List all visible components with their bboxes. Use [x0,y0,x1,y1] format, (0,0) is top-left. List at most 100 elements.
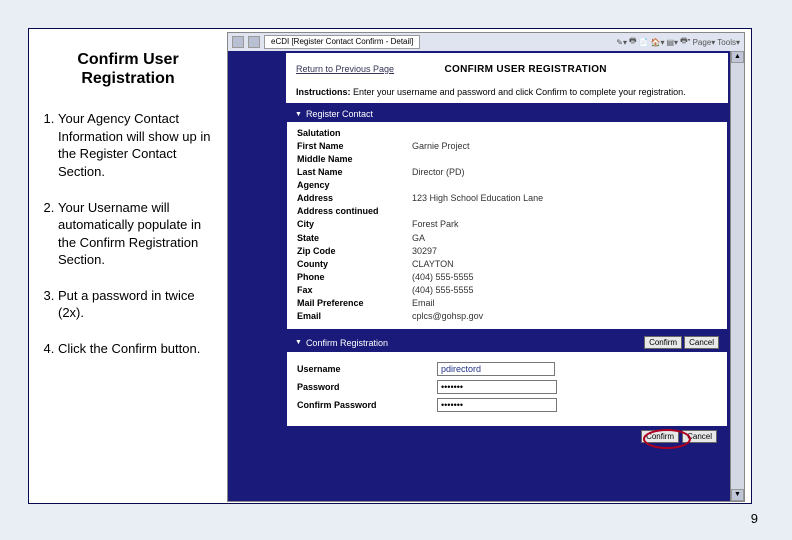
field-row: Fax(404) 555-5555 [297,284,717,297]
confirm-password-row: Confirm Password [297,398,717,412]
username-row: Username pdirectord [297,362,717,376]
toolbar-icons: ✎▾ 🖶 📄 🏠▾ ▤▾ 🖶▾ Page▾ Tools▾ [616,35,740,49]
app-titlebar: eCDI [Register Contact Confirm - Detail]… [228,33,744,51]
field-label: Agency [297,179,412,191]
instructions-label: Instructions: [296,87,351,97]
field-value: Garnie Project [412,140,470,152]
content-column: Return to Previous Page CONFIRM USER REG… [286,51,730,501]
field-label: Zip Code [297,245,412,257]
step-item: Your Agency Contact Information will sho… [58,110,216,180]
field-value: 30297 [412,245,437,257]
app-window: eCDI [Register Contact Confirm - Detail]… [227,32,745,502]
field-row: Phone(404) 555-5555 [297,271,717,284]
field-row: Zip Code30297 [297,244,717,257]
app-body: Return to Previous Page CONFIRM USER REG… [228,51,744,501]
title-line-2: Registration [81,70,174,87]
field-row: Address123 High School Education Lane [297,192,717,205]
confirm-registration-fields: Username pdirectord Password Confirm Pas… [287,352,727,426]
panel-header: ▼ Register Contact [287,106,727,122]
field-row: Mail PreferenceEmail [297,297,717,310]
cancel-button[interactable]: Cancel [684,336,719,349]
username-label: Username [297,364,437,374]
field-value: CLAYTON [412,258,454,270]
field-row: First NameGarnie Project [297,139,717,152]
field-row: Address continued [297,205,717,218]
field-row: CityForest Park [297,218,717,231]
page-number: 9 [751,511,758,526]
tool-icon[interactable]: ✎▾ [616,38,627,47]
title-line-1: Confirm User [77,51,178,68]
tool-icon[interactable]: 🖶 [629,35,637,49]
field-row: Middle Name [297,152,717,165]
slide-title: Confirm User Registration [40,50,216,88]
home-icon[interactable]: 🏠▾ [651,38,665,47]
field-value: cplcs@gohsp.gov [412,310,483,322]
panel-title: Register Contact [306,109,373,119]
password-row: Password [297,380,717,394]
scrollbar[interactable]: ▲ ▼ [730,51,744,501]
page-menu[interactable]: Page▾ [693,38,716,47]
nav-fwd-icon[interactable] [248,36,260,48]
slide: Confirm User Registration Your Agency Co… [0,0,792,540]
step-item: Put a password in twice (2x). [58,287,216,322]
steps-list: Your Agency Contact Information will sho… [40,110,216,357]
register-contact-panel: ▼ Register Contact SalutationFirst NameG… [286,105,728,330]
instructions-panel: Confirm User Registration Your Agency Co… [40,50,216,375]
collapse-icon[interactable]: ▼ [295,339,302,346]
panel-title: Confirm Registration [306,338,388,348]
page-title: CONFIRM USER REGISTRATION [445,64,607,75]
field-label: Phone [297,271,412,283]
field-label: Fax [297,284,412,296]
field-label: Address [297,192,412,204]
cancel-button[interactable]: Cancel [682,430,717,443]
field-value: GA [412,232,425,244]
step-item: Click the Confirm button. [58,340,216,358]
tool-icon[interactable]: 📄 [639,38,649,47]
panel-footer: Confirm Cancel [287,426,727,447]
field-label: State [297,232,412,244]
panel-header-actions: Confirm Cancel [644,336,719,349]
field-value: Director (PD) [412,166,465,178]
confirm-button[interactable]: Confirm [641,430,679,443]
field-value: Forest Park [412,218,459,230]
field-row: Last NameDirector (PD) [297,165,717,178]
scroll-up-icon[interactable]: ▲ [731,51,744,63]
tools-menu[interactable]: Tools▾ [717,38,740,47]
print-icon[interactable]: 🖶▾ [680,35,691,49]
left-nav-strip [228,51,286,501]
page-header: Return to Previous Page CONFIRM USER REG… [286,53,728,103]
instructions-text: Enter your username and password and cli… [353,87,686,97]
field-row: CountyCLAYTON [297,257,717,270]
field-row: Salutation [297,126,717,139]
field-row: StateGA [297,231,717,244]
scroll-down-icon[interactable]: ▼ [731,489,744,501]
confirm-button[interactable]: Confirm [644,336,682,349]
return-link[interactable]: Return to Previous Page [296,64,394,74]
password-field[interactable] [437,380,557,394]
register-contact-fields: SalutationFirst NameGarnie ProjectMiddle… [287,122,727,329]
field-value: Email [412,297,435,309]
username-value: pdirectord [437,362,555,376]
confirm-password-field[interactable] [437,398,557,412]
field-label: Email [297,310,412,322]
tab-label: eCDI [Register Contact Confirm - Detail] [271,37,413,46]
collapse-icon[interactable]: ▼ [295,111,302,118]
field-label: Mail Preference [297,297,412,309]
field-label: Last Name [297,166,412,178]
field-value: (404) 555-5555 [412,271,474,283]
field-value: (404) 555-5555 [412,284,474,296]
field-value: 123 High School Education Lane [412,192,543,204]
field-label: Salutation [297,127,412,139]
field-row: Agency [297,179,717,192]
field-label: Middle Name [297,153,412,165]
browser-tab[interactable]: eCDI [Register Contact Confirm - Detail] [264,35,420,49]
step-item: Your Username will automatically populat… [58,199,216,269]
field-label: Address continued [297,205,412,217]
panel-header: ▼ Confirm Registration Confirm Cancel [287,333,727,352]
tool-icon[interactable]: ▤▾ [667,38,679,47]
field-label: County [297,258,412,270]
nav-back-icon[interactable] [232,36,244,48]
instructions-row: Instructions: Enter your username and pa… [296,87,718,97]
confirm-registration-panel: ▼ Confirm Registration Confirm Cancel Us… [286,332,728,448]
field-label: First Name [297,140,412,152]
